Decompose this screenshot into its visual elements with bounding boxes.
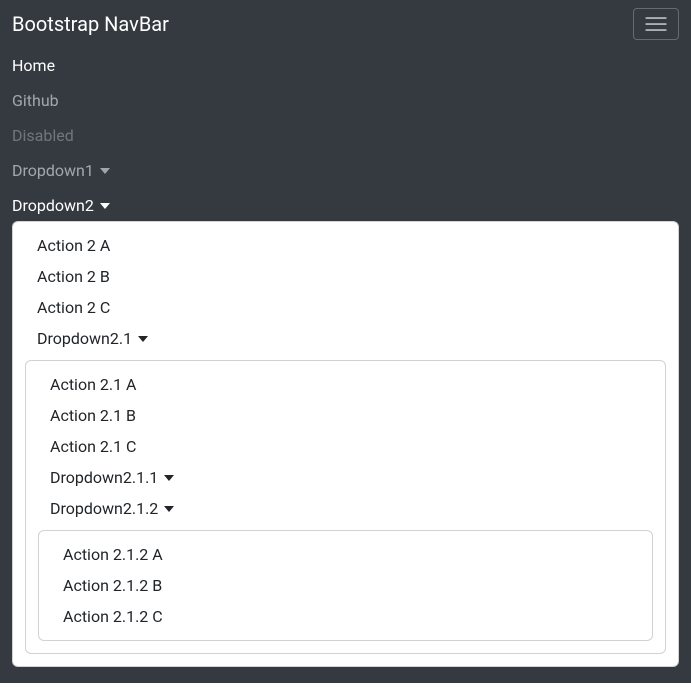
hamburger-icon [644,15,668,33]
dropdown2-1-toggle[interactable]: Dropdown2.1 [13,323,172,354]
dropdown2-1-2-toggle[interactable]: Dropdown2.1.2 [26,493,198,524]
dropdown2-1-2-action-b[interactable]: Action 2.1.2 B [39,570,652,601]
dropdown2-1-action-b[interactable]: Action 2.1 B [26,400,665,431]
nav-link-dropdown2[interactable]: Dropdown2 [12,196,110,215]
nav-link-disabled: Disabled [12,126,74,145]
dropdown1-label: Dropdown1 [12,161,94,180]
navbar-header: Bootstrap NavBar [12,8,679,40]
nav-link-github[interactable]: Github [12,91,59,110]
dropdown2-label: Dropdown2 [12,196,94,215]
dropdown2-1-2-action-c[interactable]: Action 2.1.2 C [39,601,652,632]
dropdown2-action-c[interactable]: Action 2 C [13,292,678,323]
dropdown2-1-menu: Action 2.1 A Action 2.1 B Action 2.1 C D… [25,360,666,654]
dropdown2-1-action-a[interactable]: Action 2.1 A [26,369,665,400]
navbar-brand[interactable]: Bootstrap NavBar [12,8,169,40]
caret-down-icon [100,203,110,209]
nav-item-home: Home [12,48,679,83]
navbar-toggler-button[interactable] [633,8,679,40]
caret-down-icon [100,168,110,174]
nav-item-dropdown1: Dropdown1 [12,153,679,188]
nav-link-home[interactable]: Home [12,56,55,75]
dropdown2-action-b[interactable]: Action 2 B [13,261,678,292]
nav-list: Home Github Disabled Dropdown1 Dropdown2 [12,48,679,675]
nav-link-dropdown1[interactable]: Dropdown1 [12,161,110,180]
dropdown2-1-1-toggle[interactable]: Dropdown2.1.1 [26,462,198,493]
dropdown2-1-label: Dropdown2.1 [37,329,132,348]
dropdown2-1-2-label: Dropdown2.1.2 [50,499,158,518]
dropdown2-menu: Action 2 A Action 2 B Action 2 C Dropdow… [12,221,679,667]
dropdown2-1-2-action-a[interactable]: Action 2.1.2 A [39,539,652,570]
dropdown2-action-a[interactable]: Action 2 A [13,230,678,261]
nav-item-disabled: Disabled [12,118,679,153]
nav-item-github: Github [12,83,679,118]
dropdown2-1-1-label: Dropdown2.1.1 [50,468,158,487]
caret-down-icon [164,506,174,512]
caret-down-icon [138,336,148,342]
dropdown2-1-2-menu: Action 2.1.2 A Action 2.1.2 B Action 2.1… [38,530,653,641]
dropdown2-1-action-c[interactable]: Action 2.1 C [26,431,665,462]
caret-down-icon [164,475,174,481]
navbar: Bootstrap NavBar Home Github Disabled Dr… [0,0,691,683]
nav-item-dropdown2: Dropdown2 Action 2 A Action 2 B Action 2… [12,188,679,675]
